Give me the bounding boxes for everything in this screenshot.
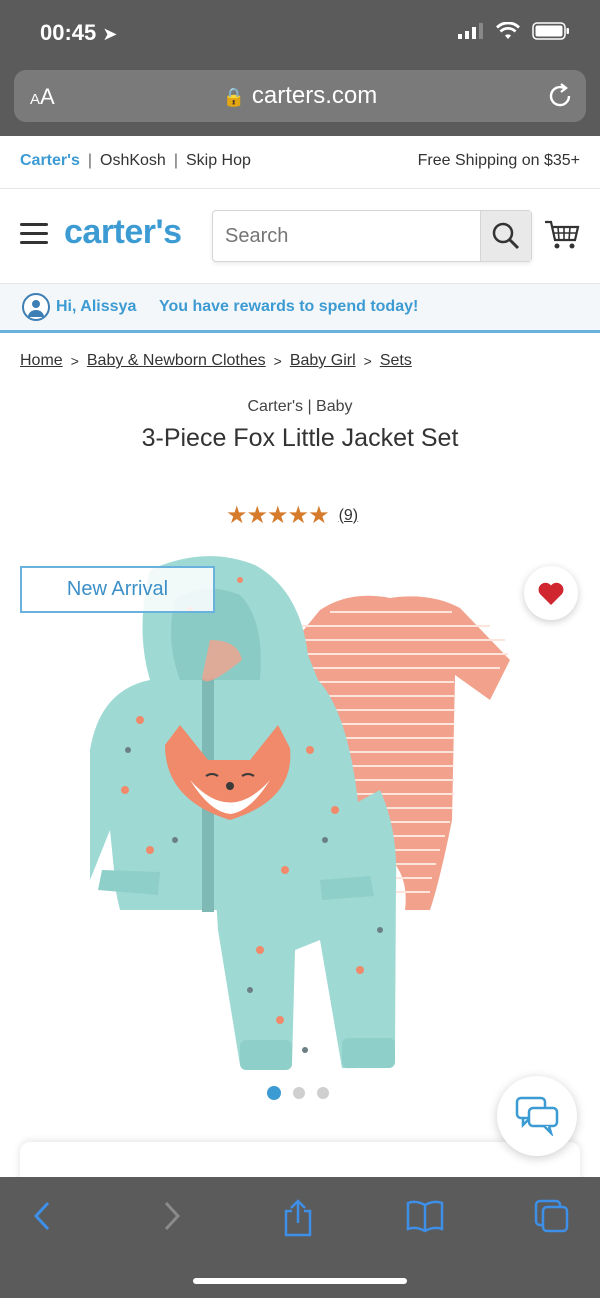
battery-icon: [532, 22, 569, 40]
star-rating-icon: ★★★★★: [226, 502, 330, 529]
url-display[interactable]: 🔒 carters.com: [14, 82, 586, 110]
carousel-dot[interactable]: [317, 1087, 329, 1099]
reload-icon[interactable]: [548, 82, 574, 110]
breadcrumb-sets[interactable]: Sets: [380, 352, 412, 370]
status-time: 00:45 ➤: [40, 20, 118, 45]
bookmarks-icon[interactable]: [406, 1199, 444, 1233]
chat-button[interactable]: [497, 1076, 577, 1156]
carousel-dot[interactable]: [267, 1086, 281, 1100]
signal-icon: [458, 23, 483, 39]
rewards-bar[interactable]: Hi, Alissya You have rewards to spend to…: [0, 284, 600, 333]
product-image[interactable]: [80, 550, 520, 1080]
new-arrival-badge: New Arrival: [20, 566, 215, 613]
chat-bubbles-icon: [515, 1096, 559, 1136]
product-rating[interactable]: ★★★★★ (9): [226, 501, 358, 530]
hamburger-menu-icon[interactable]: [20, 223, 48, 245]
breadcrumb-home[interactable]: Home: [20, 352, 63, 370]
back-icon[interactable]: [30, 1199, 54, 1233]
chevron-right-icon: >: [70, 353, 79, 369]
user-greeting[interactable]: Hi, Alissya: [56, 298, 136, 316]
divider: |: [87, 152, 92, 169]
url-bar[interactable]: AA 🔒 carters.com: [14, 70, 586, 122]
brand-link-oshkosh[interactable]: OshKosh: [100, 152, 166, 170]
status-icons: [458, 22, 570, 40]
chevron-right-icon: >: [363, 353, 372, 369]
brand-links: Carter's | OshKosh | Skip Hop: [20, 152, 251, 170]
rewards-message[interactable]: You have rewards to spend today!: [159, 298, 418, 316]
wifi-icon: [496, 22, 520, 39]
breadcrumb: Home > Baby & Newborn Clothes > Baby Gir…: [20, 352, 412, 370]
share-icon[interactable]: [282, 1199, 314, 1237]
favorite-button[interactable]: [524, 566, 578, 620]
product-brand: Carter's | Baby: [247, 398, 353, 415]
brand-link-carters[interactable]: Carter's: [20, 152, 80, 170]
promo-strip: Carter's | OshKosh | Skip Hop Free Shipp…: [0, 136, 600, 189]
location-arrow-icon: ➤: [102, 24, 118, 44]
browser-chrome: 00:45 ➤ AA 🔒 carters.com: [0, 0, 600, 136]
search-input[interactable]: [223, 221, 477, 251]
breadcrumb-baby-girl[interactable]: Baby Girl: [290, 352, 356, 370]
chevron-right-icon: >: [273, 353, 282, 369]
review-count-link[interactable]: (9): [339, 507, 359, 525]
cart-icon[interactable]: [544, 219, 580, 251]
heart-icon: [538, 582, 564, 605]
site-header: carter's: [0, 189, 600, 284]
forward-icon[interactable]: [160, 1199, 184, 1233]
search-icon: [492, 222, 520, 250]
url-text: carters.com: [251, 82, 378, 109]
free-shipping-text[interactable]: Free Shipping on $35+: [418, 152, 580, 170]
user-avatar-icon: [22, 293, 50, 321]
home-indicator: [193, 1278, 407, 1284]
carousel-dot[interactable]: [293, 1087, 305, 1099]
lock-icon: 🔒: [222, 87, 246, 107]
product-title: 3-Piece Fox Little Jacket Set: [141, 424, 459, 452]
breadcrumb-baby-newborn[interactable]: Baby & Newborn Clothes: [87, 352, 266, 370]
browser-toolbar: [0, 1177, 600, 1298]
brand-link-skip-hop[interactable]: Skip Hop: [186, 152, 251, 170]
tabs-icon[interactable]: [534, 1199, 570, 1233]
divider: |: [173, 152, 178, 169]
search-button[interactable]: [480, 211, 531, 261]
search-bar: [212, 210, 532, 262]
carters-logo[interactable]: carter's: [64, 213, 182, 252]
carousel-dots: [267, 1086, 329, 1100]
